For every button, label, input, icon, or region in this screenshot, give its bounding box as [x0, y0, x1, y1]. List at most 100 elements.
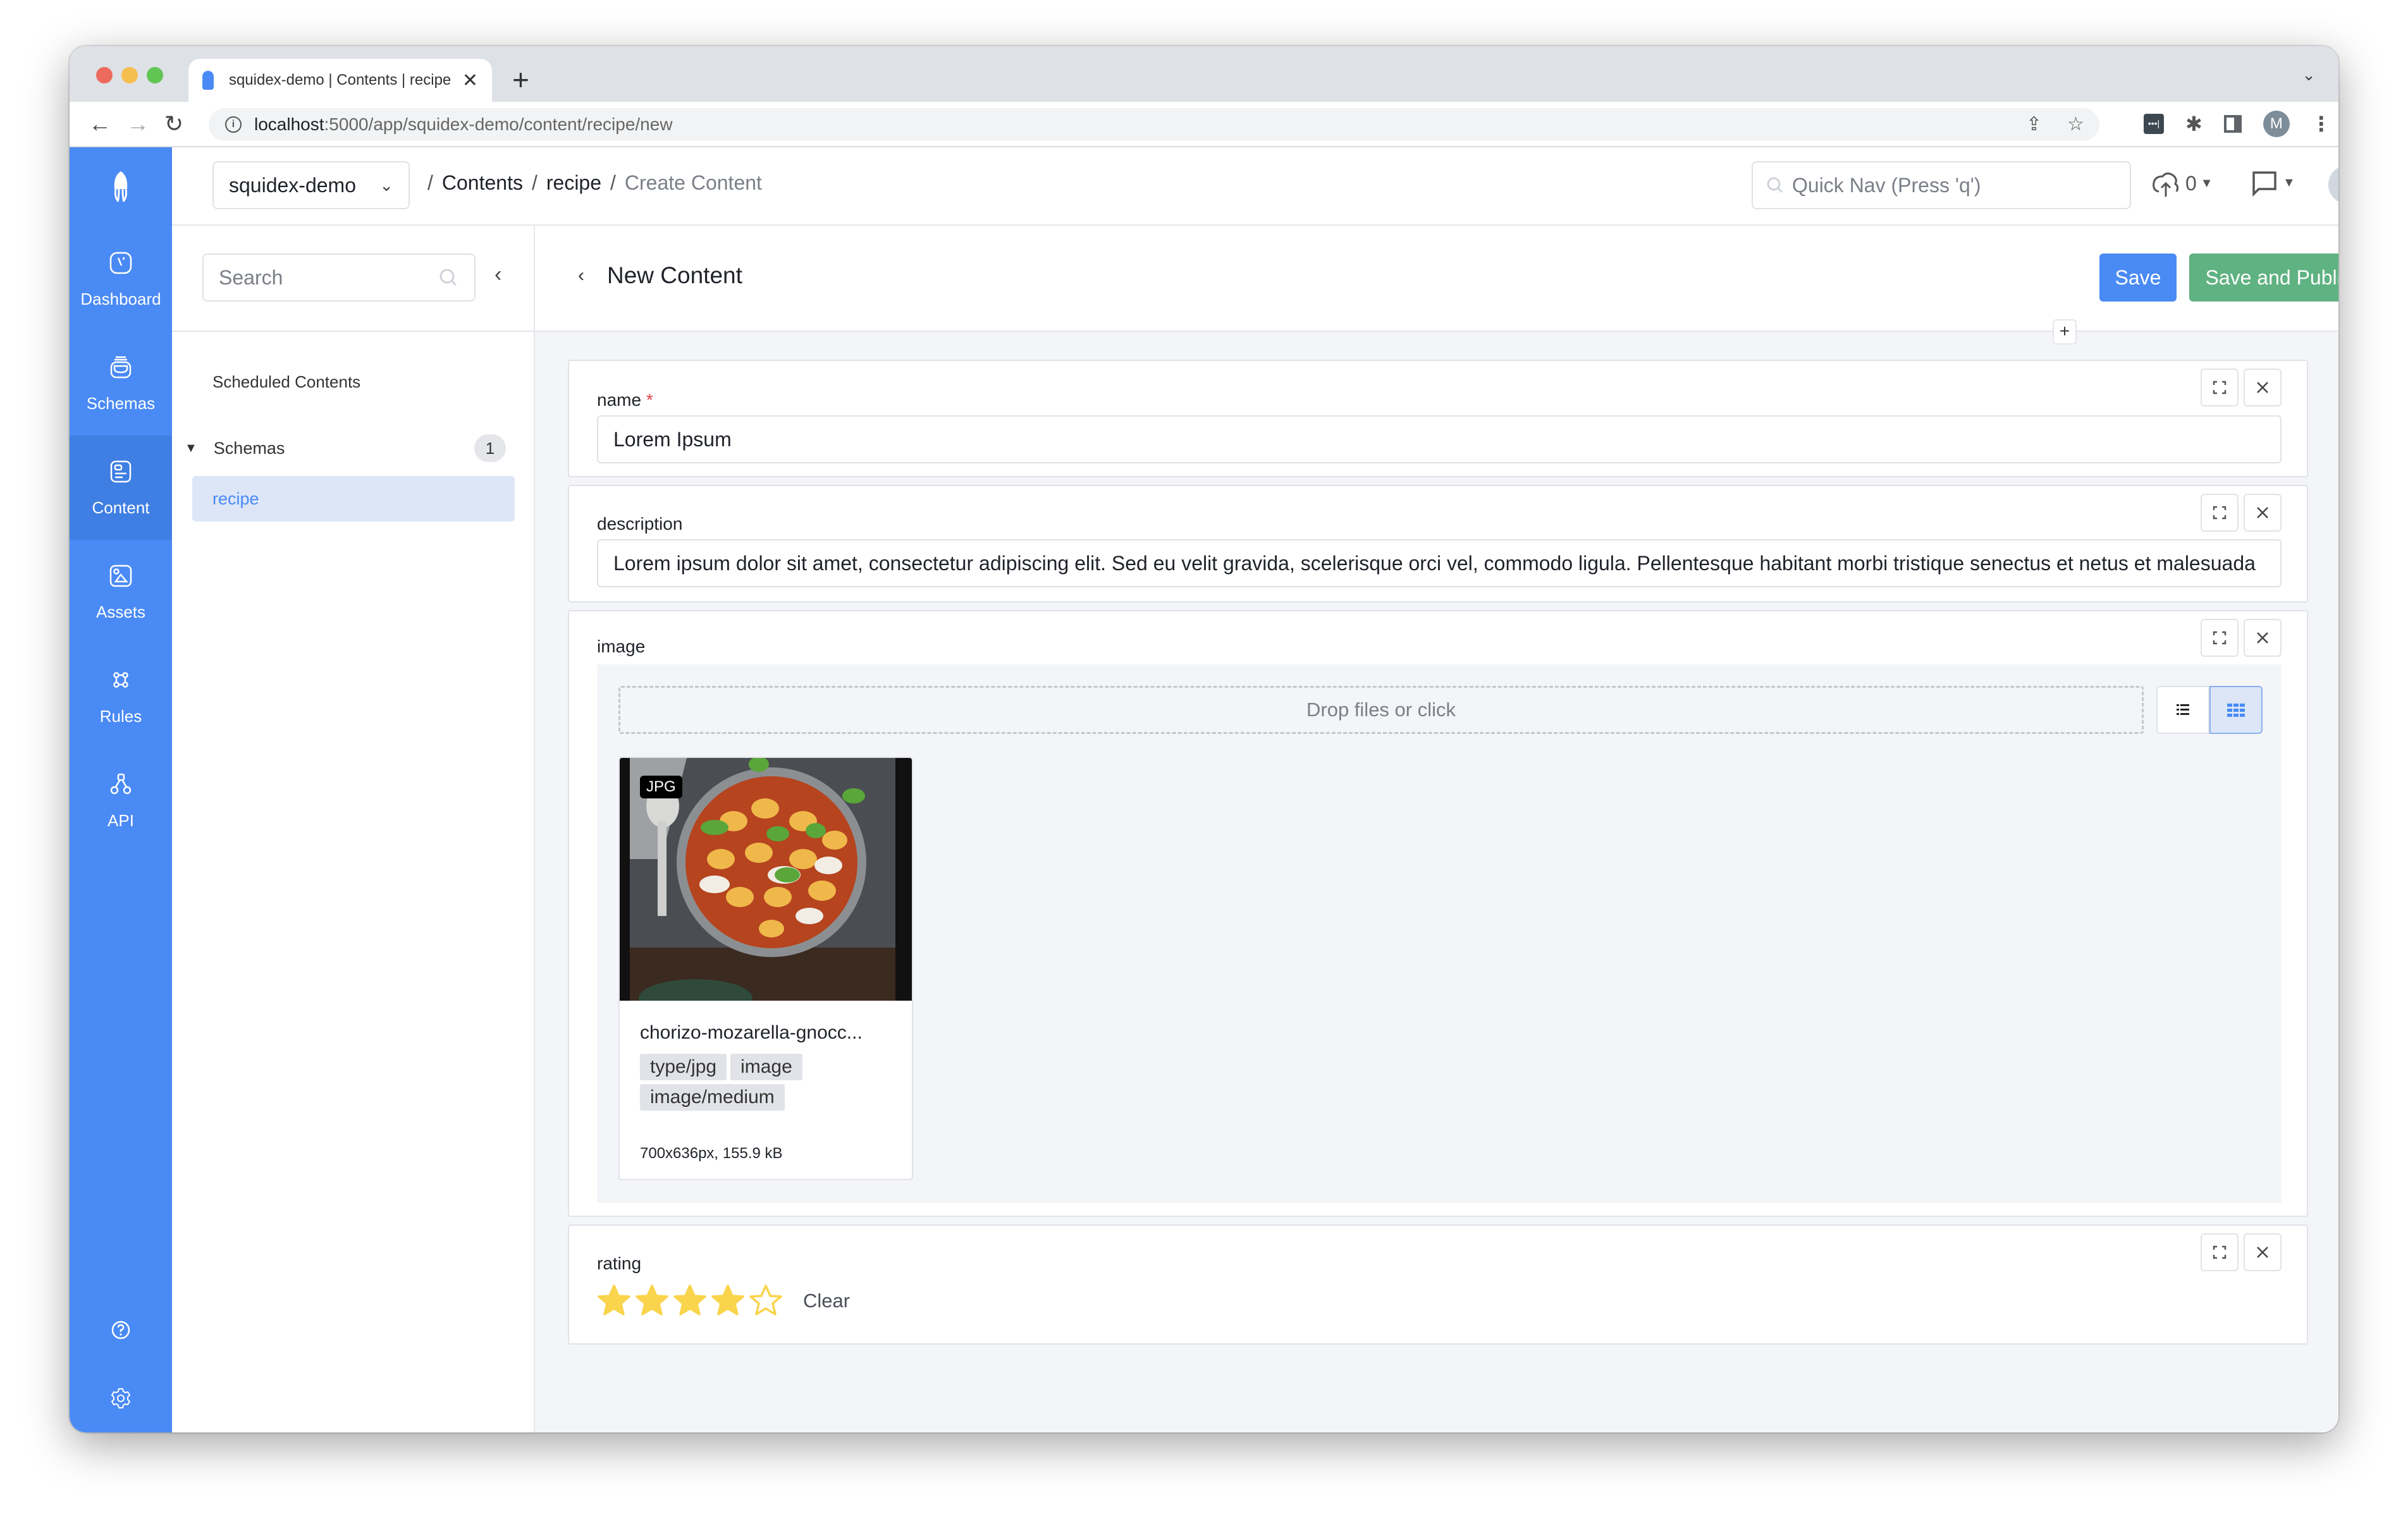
asset-tags: type/jpg image image/medium: [640, 1054, 906, 1111]
field-label: name *: [597, 390, 653, 410]
field-label: rating: [597, 1254, 642, 1273]
remove-field-button[interactable]: [2244, 1233, 2282, 1271]
new-tab-button[interactable]: +: [512, 63, 529, 97]
help-icon: [111, 1321, 130, 1340]
left-navigation: Dashboard Schemas Content Assets Rules A…: [70, 147, 172, 1432]
caret-down-icon: ▼: [2200, 176, 2213, 190]
notifications-button[interactable]: ▼: [2251, 169, 2295, 197]
share-icon[interactable]: ⇪: [2026, 113, 2042, 135]
fullscreen-button[interactable]: [2201, 619, 2239, 657]
grid-icon: [2227, 704, 2245, 717]
help-button[interactable]: [70, 1296, 172, 1364]
schema-item-recipe[interactable]: recipe: [192, 476, 515, 522]
nav-item-label: Schemas: [86, 394, 156, 413]
asset-thumbnail: JPG: [620, 758, 912, 1001]
save-and-publish-button[interactable]: Save and Publish: [2189, 253, 2338, 302]
remove-field-button[interactable]: [2244, 494, 2282, 532]
field-image: image Drop files or click JPG chorizo-mo…: [568, 610, 2308, 1217]
tab-close-icon[interactable]: ✕: [462, 70, 478, 92]
back-chevron-icon[interactable]: ‹: [578, 265, 584, 286]
address-bar[interactable]: i localhost:5000/app/squidex-demo/conten…: [209, 108, 2099, 141]
nav-item-label: Dashboard: [80, 290, 161, 308]
reload-icon[interactable]: ↻: [164, 111, 183, 137]
star-filled-icon[interactable]: [673, 1284, 707, 1318]
site-info-icon[interactable]: i: [225, 116, 242, 133]
side-panel-icon[interactable]: [2223, 115, 2242, 133]
tab-search-chevron-icon[interactable]: ⌄: [2302, 65, 2316, 85]
squidex-app: Dashboard Schemas Content Assets Rules A…: [70, 147, 2338, 1432]
clear-rating-button[interactable]: Clear: [803, 1290, 850, 1312]
nav-item-rules[interactable]: Rules: [70, 644, 172, 748]
remove-field-button[interactable]: [2244, 369, 2282, 406]
quick-nav-placeholder: Quick Nav (Press 'q'): [1792, 173, 1981, 197]
schemas-count-badge: 1: [474, 434, 506, 462]
close-icon: [2257, 1247, 2268, 1258]
nav-item-content[interactable]: Content: [70, 436, 172, 540]
maximize-window-button[interactable]: [147, 67, 163, 83]
nav-item-schemas[interactable]: Schemas: [70, 331, 172, 436]
page-title: New Content: [607, 262, 742, 288]
star-empty-icon[interactable]: [749, 1284, 783, 1318]
back-arrow-icon[interactable]: ←: [89, 111, 111, 137]
nav-item-dashboard[interactable]: Dashboard: [70, 227, 172, 331]
collapse-sidebar-chevron-icon[interactable]: ‹: [494, 262, 501, 287]
user-icon: [2337, 171, 2338, 198]
minimize-window-button[interactable]: [121, 67, 138, 83]
asset-card[interactable]: JPG chorizo-mozarella-gnocc... type/jpg …: [618, 757, 913, 1180]
star-filled-icon[interactable]: [597, 1284, 631, 1318]
star-filled-icon[interactable]: [635, 1284, 669, 1318]
grid-view-button[interactable]: [2209, 686, 2263, 734]
asset-view-toggle: [2156, 686, 2263, 734]
app-selector-dropdown[interactable]: squidex-demo ⌄: [212, 161, 410, 209]
uploads-button[interactable]: 0 ▼: [2150, 169, 2213, 198]
user-menu[interactable]: ▼: [2328, 165, 2338, 204]
asset-file-name: chorizo-mozarella-gnocc...: [640, 1022, 863, 1043]
fullscreen-button[interactable]: [2201, 369, 2239, 406]
star-filled-icon[interactable]: [711, 1284, 745, 1318]
cloud-upload-icon: [2153, 172, 2179, 197]
file-type-badge: JPG: [640, 776, 682, 798]
nav-item-api[interactable]: API: [70, 748, 172, 853]
asset-tag: type/jpg: [640, 1054, 727, 1080]
password-manager-extension-icon[interactable]: •••|: [2144, 114, 2164, 134]
content-sidebar: Search ‹ Scheduled Contents ▼ Schemas 1 …: [172, 226, 535, 1432]
browser-profile-avatar[interactable]: M: [2263, 111, 2290, 137]
breadcrumb-contents[interactable]: Contents: [442, 171, 523, 195]
close-icon: [2257, 382, 2268, 393]
nav-item-assets[interactable]: Assets: [70, 540, 172, 644]
squidex-logo[interactable]: [70, 147, 172, 227]
browser-tab[interactable]: squidex-demo | Contents | recipe ✕: [188, 59, 492, 102]
settings-button[interactable]: [70, 1364, 172, 1432]
browser-menu-icon[interactable]: ⋮: [2311, 112, 2331, 136]
quick-nav-input[interactable]: Quick Nav (Press 'q'): [1752, 161, 2131, 209]
close-window-button[interactable]: [96, 67, 113, 83]
add-field-plus-icon[interactable]: +: [2053, 319, 2077, 345]
content-icon: [110, 460, 132, 483]
squid-logo-icon: [114, 171, 128, 202]
browser-window: squidex-demo | Contents | recipe ✕ + ⌄ ←…: [70, 46, 2338, 1432]
field-rating: rating Clear: [568, 1224, 2308, 1345]
breadcrumb-current: Create Content: [624, 171, 762, 194]
list-view-button[interactable]: [2156, 686, 2209, 734]
dashboard-icon: [109, 252, 132, 274]
remove-field-button[interactable]: [2244, 619, 2282, 657]
browser-toolbar: ← → ↻ i localhost:5000/app/squidex-demo/…: [70, 102, 2338, 147]
schema-search-input[interactable]: Search: [202, 253, 476, 302]
forward-arrow-icon[interactable]: →: [126, 111, 149, 137]
scheduled-contents-link[interactable]: Scheduled Contents: [212, 372, 360, 392]
breadcrumb-recipe[interactable]: recipe: [546, 171, 601, 195]
nav-item-label: Content: [92, 498, 150, 517]
comment-icon: [2252, 171, 2276, 197]
fullscreen-button[interactable]: [2201, 1233, 2239, 1271]
user-avatar[interactable]: [2328, 165, 2338, 204]
name-input[interactable]: Lorem Ipsum: [597, 415, 2282, 463]
extensions-puzzle-icon[interactable]: ✱: [2185, 112, 2202, 136]
description-input[interactable]: Lorem ipsum dolor sit amet, consectetur …: [597, 539, 2282, 587]
schemas-group-header[interactable]: ▼ Schemas 1: [185, 434, 506, 462]
save-button[interactable]: Save: [2099, 253, 2177, 302]
caret-down-icon: ▼: [185, 441, 197, 455]
bookmark-star-icon[interactable]: ☆: [2067, 113, 2084, 135]
asset-dropzone[interactable]: Drop files or click: [618, 686, 2144, 734]
fullscreen-button[interactable]: [2201, 494, 2239, 532]
upload-count: 0: [2185, 171, 2197, 195]
